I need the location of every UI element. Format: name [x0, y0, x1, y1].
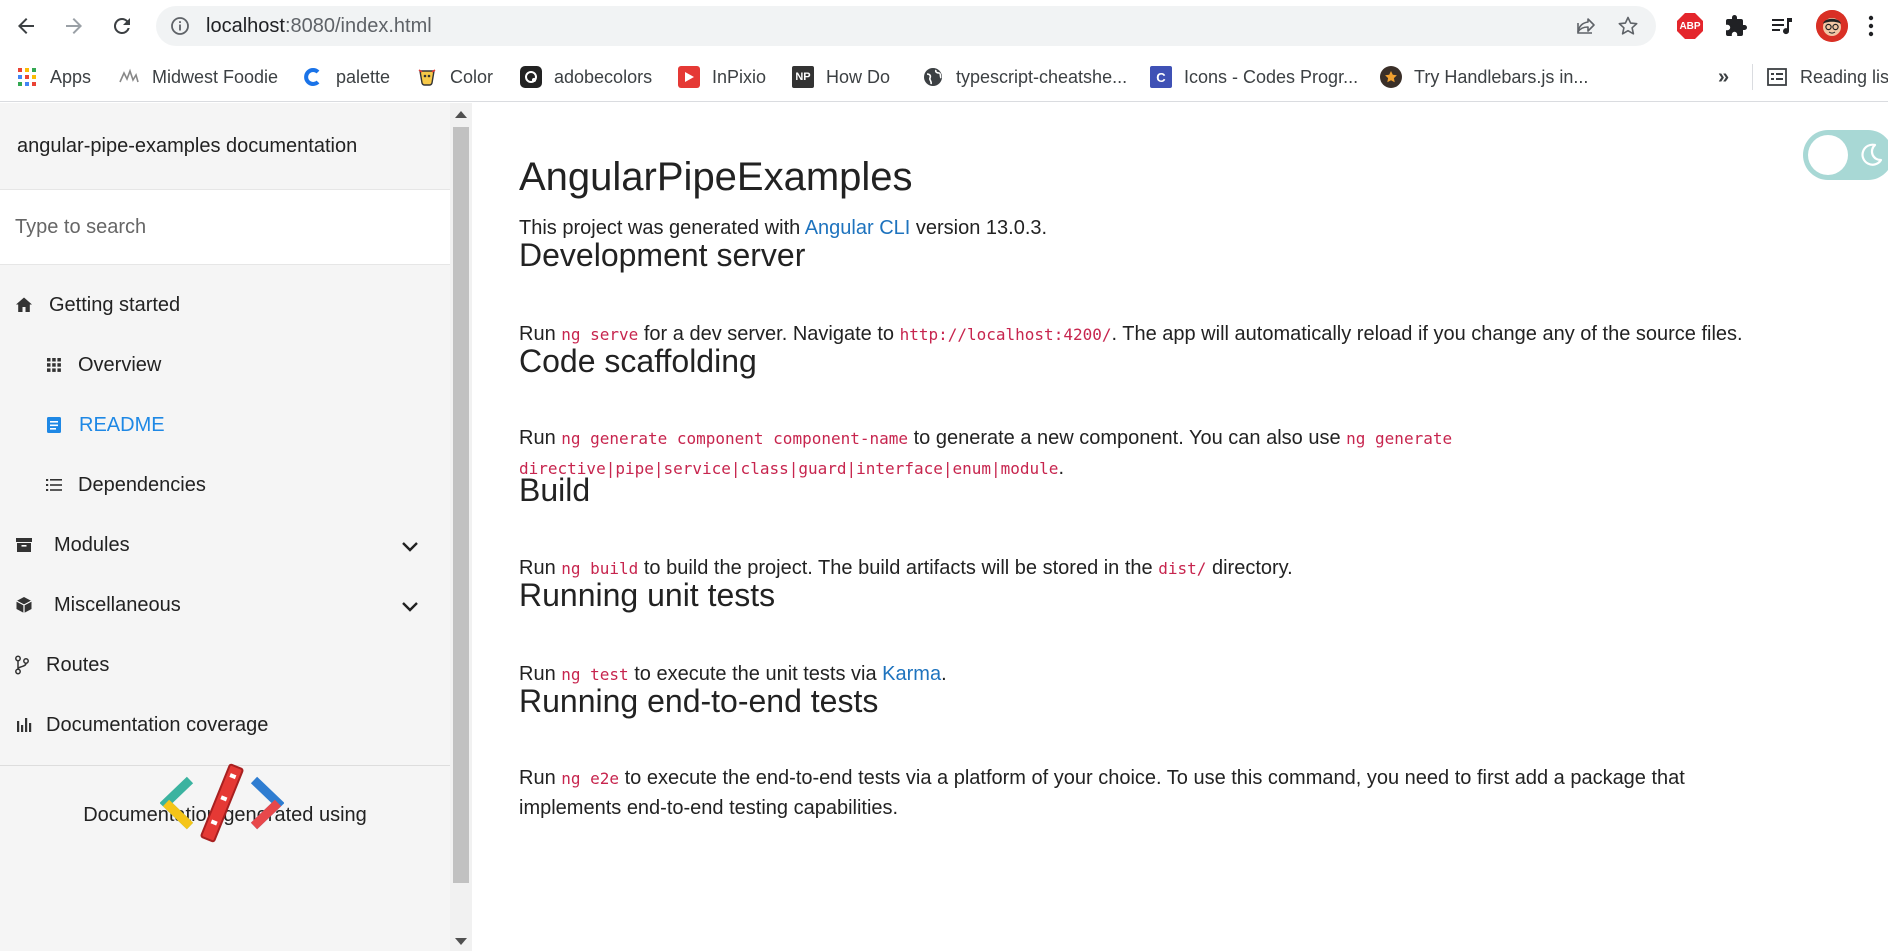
np-icon: NP [792, 66, 814, 88]
bookmark-icons-codes[interactable]: C Icons - Codes Progr... [1150, 64, 1358, 90]
code-ng-serve: ng serve [561, 325, 639, 344]
media-icon[interactable] [1768, 12, 1796, 40]
scaffolding-paragraph-line2: directive|pipe|service|class|guard|inter… [519, 457, 1064, 479]
browser-toolbar: localhost:8080/index.html ABP [0, 0, 1888, 52]
sidebar-item-modules[interactable]: Modules [0, 515, 450, 575]
readme-content: AngularPipeExamples This project was gen… [472, 103, 1888, 951]
sidebar-item-dependencies[interactable]: Dependencies [0, 455, 450, 515]
sidebar-item-routes[interactable]: Routes [0, 635, 450, 695]
code-localhost-url: http://localhost:4200/ [899, 325, 1112, 344]
bookmark-typescript-cheatsheet[interactable]: typescript-cheatshe... [922, 64, 1127, 90]
abp-icon[interactable]: ABP [1676, 12, 1704, 40]
readme-icon [44, 415, 64, 435]
color-icon [416, 66, 438, 88]
search-input[interactable] [15, 215, 415, 239]
dark-mode-toggle[interactable] [1803, 130, 1888, 180]
address-bar[interactable]: localhost:8080/index.html [156, 6, 1656, 46]
inpixio-icon [678, 66, 700, 88]
back-button[interactable] [10, 10, 42, 42]
archive-icon [14, 535, 34, 555]
codes-icon: C [1150, 66, 1172, 88]
bookmarks-overflow-button[interactable]: » [1718, 64, 1729, 90]
forward-arrow-icon [66, 18, 82, 34]
heading-code-scaffolding: Code scaffolding [519, 343, 757, 379]
sidebar-item-overview[interactable]: Overview [0, 335, 450, 395]
browser-menu-button[interactable] [1864, 12, 1878, 40]
sidebar-item-getting-started[interactable]: Getting started [0, 275, 450, 335]
bookmark-handlebars[interactable]: Try Handlebars.js in... [1380, 64, 1588, 90]
heading-running-e2e-tests: Running end-to-end tests [519, 683, 879, 719]
compodoc-logo[interactable] [160, 762, 284, 844]
bookmark-color[interactable]: Color [416, 64, 493, 90]
puzzle-icon[interactable] [1722, 12, 1750, 40]
reload-icon [113, 17, 130, 34]
code-dist: dist/ [1158, 559, 1207, 578]
karma-link[interactable]: Karma [882, 663, 941, 685]
grid-icon [44, 355, 64, 375]
chevron-down-icon[interactable] [398, 595, 422, 619]
bookmark-apps[interactable]: Apps [16, 64, 91, 90]
sidebar-menu: Getting started Overview README Dependen… [0, 265, 450, 755]
code-ng-generate-component: ng generate component component-name [561, 429, 909, 448]
avatar[interactable] [1816, 10, 1848, 42]
code-ng-generate: ng generate [1346, 429, 1453, 448]
sidebar-item-miscellaneous[interactable]: Miscellaneous [0, 575, 450, 635]
forward-button[interactable] [58, 10, 90, 42]
scrollbar-thumb[interactable] [453, 127, 469, 883]
heading-running-unit-tests: Running unit tests [519, 577, 776, 613]
toggle-knob [1808, 135, 1848, 175]
reading-list-icon [1766, 66, 1788, 88]
home-icon [14, 295, 34, 315]
reload-button[interactable] [106, 10, 138, 42]
bookmark-how-do[interactable]: NP How Do [792, 64, 890, 90]
chevron-down-icon[interactable] [398, 535, 422, 559]
code-ng-e2e: ng e2e [561, 769, 620, 788]
bar-chart-icon [14, 715, 34, 735]
e2e-paragraph-line1: Run ng e2e to execute the end-to-end tes… [519, 767, 1685, 789]
scaffolding-paragraph-line1: Run ng generate component component-name… [519, 427, 1453, 449]
back-arrow-icon [18, 18, 34, 34]
code-ng-build: ng build [561, 559, 639, 578]
code-schematics-list: directive|pipe|service|class|guard|inter… [519, 459, 1059, 478]
page-title: AngularPipeExamples [519, 155, 913, 199]
bookmarks-divider [1752, 64, 1753, 90]
cube-icon [14, 595, 34, 615]
apps-grid-icon [16, 66, 38, 88]
search-box [0, 189, 450, 265]
adobecolors-icon [520, 66, 542, 88]
sidebar-scrollbar[interactable] [450, 103, 472, 951]
sidebar-item-readme[interactable]: README [0, 395, 450, 455]
docs-title[interactable]: angular-pipe-examples documentation [0, 103, 450, 189]
bookmark-palette[interactable]: palette [302, 64, 390, 90]
share-icon[interactable] [1574, 14, 1598, 38]
midwest-foodie-icon [118, 66, 140, 88]
handlebars-icon [1380, 66, 1402, 88]
bookmark-star-icon[interactable] [1616, 14, 1640, 38]
bookmarks-bar: Apps Midwest Foodie palette Color adobec… [0, 52, 1888, 102]
bookmark-midwest-foodie[interactable]: Midwest Foodie [118, 64, 278, 90]
url-text: localhost:8080/index.html [206, 15, 432, 37]
scroll-down-arrow-icon[interactable] [455, 938, 467, 945]
reading-list-button[interactable]: Reading lis [1766, 64, 1888, 90]
sidebar-item-documentation-coverage[interactable]: Documentation coverage [0, 695, 450, 755]
scroll-up-arrow-icon[interactable] [455, 111, 467, 118]
moon-icon [1861, 143, 1883, 166]
palette-icon [302, 66, 324, 88]
heading-build: Build [519, 472, 591, 508]
bookmark-adobecolors[interactable]: adobecolors [520, 64, 652, 90]
globe-icon [922, 66, 944, 88]
info-icon[interactable] [170, 16, 190, 36]
e2e-paragraph-line2: implements end-to-end testing capabiliti… [519, 797, 899, 819]
bookmark-inpixio[interactable]: InPixio [678, 64, 766, 90]
angular-cli-link[interactable]: Angular CLI [805, 217, 911, 239]
kebab-menu-icon [1868, 15, 1874, 37]
heading-development-server: Development server [519, 237, 806, 273]
routes-icon [12, 655, 32, 675]
list-icon [44, 475, 64, 495]
code-ng-test: ng test [561, 665, 629, 684]
